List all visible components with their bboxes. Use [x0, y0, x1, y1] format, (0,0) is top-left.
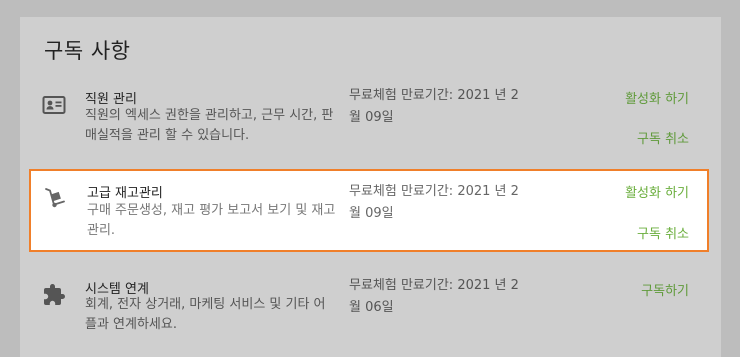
subscription-row-integration: 시스템 연계 회계, 전자 상거래, 마케팅 서비스 및 기타 어플과 연계하세… [20, 277, 721, 357]
trial-expiry: 무료체험 만료기간: 2021 년 2월 09일 [349, 184, 519, 221]
hand-truck-icon [43, 186, 67, 210]
id-card-icon [42, 93, 66, 117]
subscription-row-employee: 직원 관리 직원의 엑세스 권한을 관리하고, 근무 시간, 판매실적을 관리 … [20, 85, 721, 165]
subscription-name: 직원 관리 [85, 92, 137, 107]
puzzle-icon [42, 283, 66, 307]
subscription-description: 구매 주문생성, 재고 평가 보고서 보기 및 재고 관리. [87, 203, 336, 238]
subscription-description: 회계, 전자 상거래, 마케팅 서비스 및 기타 어플과 연계하세요. [85, 297, 326, 332]
cancel-subscription-button[interactable]: 구독 취소 [637, 128, 689, 147]
subscription-name: 고급 재고관리 [87, 186, 163, 201]
activate-button[interactable]: 활성화 하기 [625, 88, 689, 107]
cancel-subscription-button[interactable]: 구독 취소 [637, 223, 689, 242]
trial-expiry: 무료체험 만료기간: 2021 년 2월 06일 [349, 278, 519, 315]
section-title: 구독 사항 [44, 39, 131, 63]
subscription-row-inventory: 고급 재고관리 구매 주문생성, 재고 평가 보고서 보기 및 재고 관리. 무… [29, 169, 709, 252]
activate-button[interactable]: 활성화 하기 [625, 182, 689, 201]
subscribe-button[interactable]: 구독하기 [641, 280, 689, 299]
subscription-description: 직원의 엑세스 권한을 관리하고, 근무 시간, 판매실적을 관리 할 수 있습… [85, 108, 334, 143]
trial-expiry: 무료체험 만료기간: 2021 년 2월 09일 [349, 88, 519, 125]
